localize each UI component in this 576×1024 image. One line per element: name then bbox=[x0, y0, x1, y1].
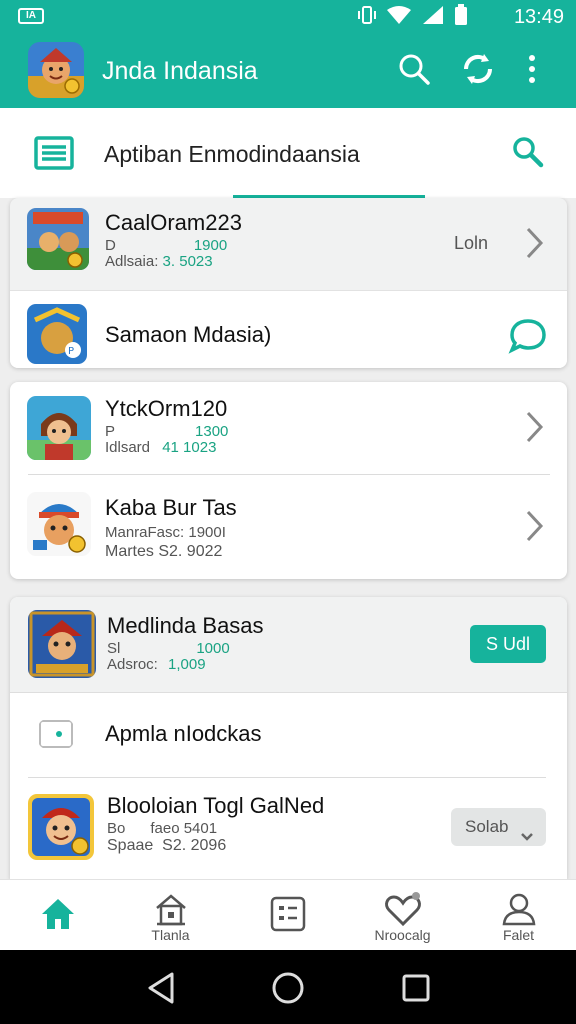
game-thumbnail bbox=[27, 396, 91, 460]
list-card: YtckOrm120 P 1300 Idlsard 41 1023 Kaba B… bbox=[10, 382, 567, 579]
meta-label: D bbox=[105, 237, 116, 254]
search-icon[interactable] bbox=[510, 134, 546, 170]
nav-profile[interactable]: Falet bbox=[461, 880, 576, 951]
list-item[interactable]: Medlinda Basas Sl 1000 Adsroc: 1,009 S Ud… bbox=[10, 597, 567, 693]
item-title: Kaba Bur Tas bbox=[105, 495, 237, 520]
start-button[interactable]: S Udl bbox=[470, 625, 546, 663]
meta-label: Sl bbox=[107, 640, 121, 657]
sort-select[interactable]: Solab bbox=[451, 808, 546, 846]
system-nav-bar bbox=[0, 950, 576, 1024]
nav-list[interactable] bbox=[230, 880, 345, 951]
game-thumbnail bbox=[28, 610, 96, 678]
item-title: CaalOram223 bbox=[105, 210, 242, 235]
meta-value: 1300 bbox=[195, 423, 229, 440]
app-bar: Jnda Indansia bbox=[0, 34, 576, 108]
meta-label: P bbox=[105, 423, 116, 440]
menu-icon[interactable] bbox=[34, 136, 74, 170]
list-card: Medlinda Basas Sl 1000 Adsroc: 1,009 S Ud… bbox=[10, 597, 567, 879]
dice-icon bbox=[268, 894, 308, 934]
meta-value: 1000 bbox=[196, 640, 230, 657]
heart-icon bbox=[383, 890, 423, 930]
chevron-down-icon bbox=[520, 820, 534, 841]
item-title: YtckOrm120 bbox=[105, 396, 228, 421]
meta-label: Adlsaia: bbox=[105, 253, 159, 270]
meta-value: 1900 bbox=[193, 237, 228, 254]
item-meta-2: Adlsaia: 3. 5023 bbox=[105, 253, 213, 271]
wifi-icon bbox=[386, 5, 412, 30]
app-title: Jnda Indansia bbox=[102, 57, 258, 85]
nav-home[interactable] bbox=[0, 880, 115, 951]
nav-label: Tlanla bbox=[151, 927, 190, 943]
item-title: Apmla nIodckas bbox=[105, 721, 262, 746]
item-meta-2: Adsroc: 1,009 bbox=[107, 656, 206, 674]
nav-label: Nroocalg bbox=[374, 927, 431, 943]
sync-icon[interactable] bbox=[458, 49, 498, 89]
home-circle-icon[interactable] bbox=[268, 968, 308, 1008]
signal-icon bbox=[422, 5, 444, 30]
meta-value: 41 1023 bbox=[162, 439, 217, 456]
status-icons bbox=[358, 3, 468, 31]
list-item[interactable]: Kaba Bur Tas ManraFasc: 1900I Martes S2.… bbox=[10, 475, 567, 579]
user-icon bbox=[499, 890, 539, 930]
game-thumbnail bbox=[27, 492, 91, 556]
item-meta-2: Spaae S2. 2096 bbox=[107, 837, 227, 854]
battery-icon bbox=[454, 3, 468, 31]
status-time: 13:49 bbox=[513, 6, 564, 28]
search-icon[interactable] bbox=[394, 49, 434, 89]
list-item[interactable]: P Samaon Mdasia) bbox=[10, 290, 567, 368]
more-options-icon[interactable] bbox=[522, 49, 562, 89]
list-item[interactable]: Blooloian Togl GalNed Bo faeo 5401 Spaae… bbox=[10, 778, 567, 879]
notification-badge: IA bbox=[18, 8, 44, 24]
game-thumbnail bbox=[28, 794, 94, 860]
chevron-right-icon[interactable] bbox=[523, 226, 545, 260]
list-item[interactable]: CaalOram223 D 1900 Adlsaia: 3. 5023 Loln bbox=[10, 198, 567, 290]
game-thumbnail bbox=[27, 208, 89, 270]
meta-label: Idlsard bbox=[105, 439, 151, 456]
game-thumbnail: P bbox=[27, 304, 87, 364]
nav-favorites[interactable]: Nroocalg bbox=[345, 880, 460, 951]
sort-select-label: Solab bbox=[465, 817, 509, 836]
item-status-label: Loln bbox=[454, 233, 489, 253]
vibrate-icon bbox=[358, 4, 376, 31]
item-meta-1: Bo faeo 5401 bbox=[107, 820, 218, 837]
svg-text:P: P bbox=[68, 346, 74, 357]
item-title: Blooloian Togl GalNed bbox=[107, 793, 325, 818]
house-icon bbox=[151, 890, 191, 930]
screen: IA 13:49 Jnda Indansia Aptiban Enmodinda… bbox=[0, 0, 576, 1024]
list-item[interactable]: YtckOrm120 P 1300 Idlsard 41 1023 bbox=[10, 382, 567, 474]
app-logo[interactable] bbox=[28, 42, 84, 98]
nav-tlanla[interactable]: Tlanla bbox=[113, 880, 228, 951]
chevron-right-icon[interactable] bbox=[523, 509, 545, 543]
sub-header: Aptiban Enmodindaansia bbox=[0, 108, 576, 198]
item-title: Medlinda Basas bbox=[107, 613, 264, 638]
list-item[interactable]: Apmla nIodckas bbox=[10, 693, 567, 777]
recents-icon[interactable] bbox=[396, 968, 436, 1008]
meta-value: 3. 5023 bbox=[162, 253, 213, 270]
item-meta-2: Idlsard 41 1023 bbox=[105, 439, 216, 457]
status-bar: IA 13:49 bbox=[0, 0, 576, 34]
item-meta-1: ManraFasc: 1900I bbox=[105, 524, 226, 541]
chat-icon[interactable] bbox=[508, 317, 548, 355]
bottom-nav: Tlanla Nroocalg Falet bbox=[0, 879, 576, 950]
home-icon bbox=[38, 894, 78, 934]
app-actions bbox=[394, 49, 562, 89]
meta-value: 1,009 bbox=[168, 656, 206, 673]
chevron-right-icon[interactable] bbox=[523, 410, 545, 444]
meta-label: Adsroc: bbox=[107, 656, 158, 673]
video-icon bbox=[38, 719, 74, 749]
item-meta-2: Martes S2. 9022 bbox=[105, 543, 223, 560]
item-title: Samaon Mdasia) bbox=[105, 322, 272, 347]
back-icon[interactable] bbox=[142, 968, 182, 1008]
sub-header-title: Aptiban Enmodindaansia bbox=[104, 141, 360, 167]
nav-label: Falet bbox=[502, 927, 535, 943]
list-card: CaalOram223 D 1900 Adlsaia: 3. 5023 Loln … bbox=[10, 198, 567, 368]
